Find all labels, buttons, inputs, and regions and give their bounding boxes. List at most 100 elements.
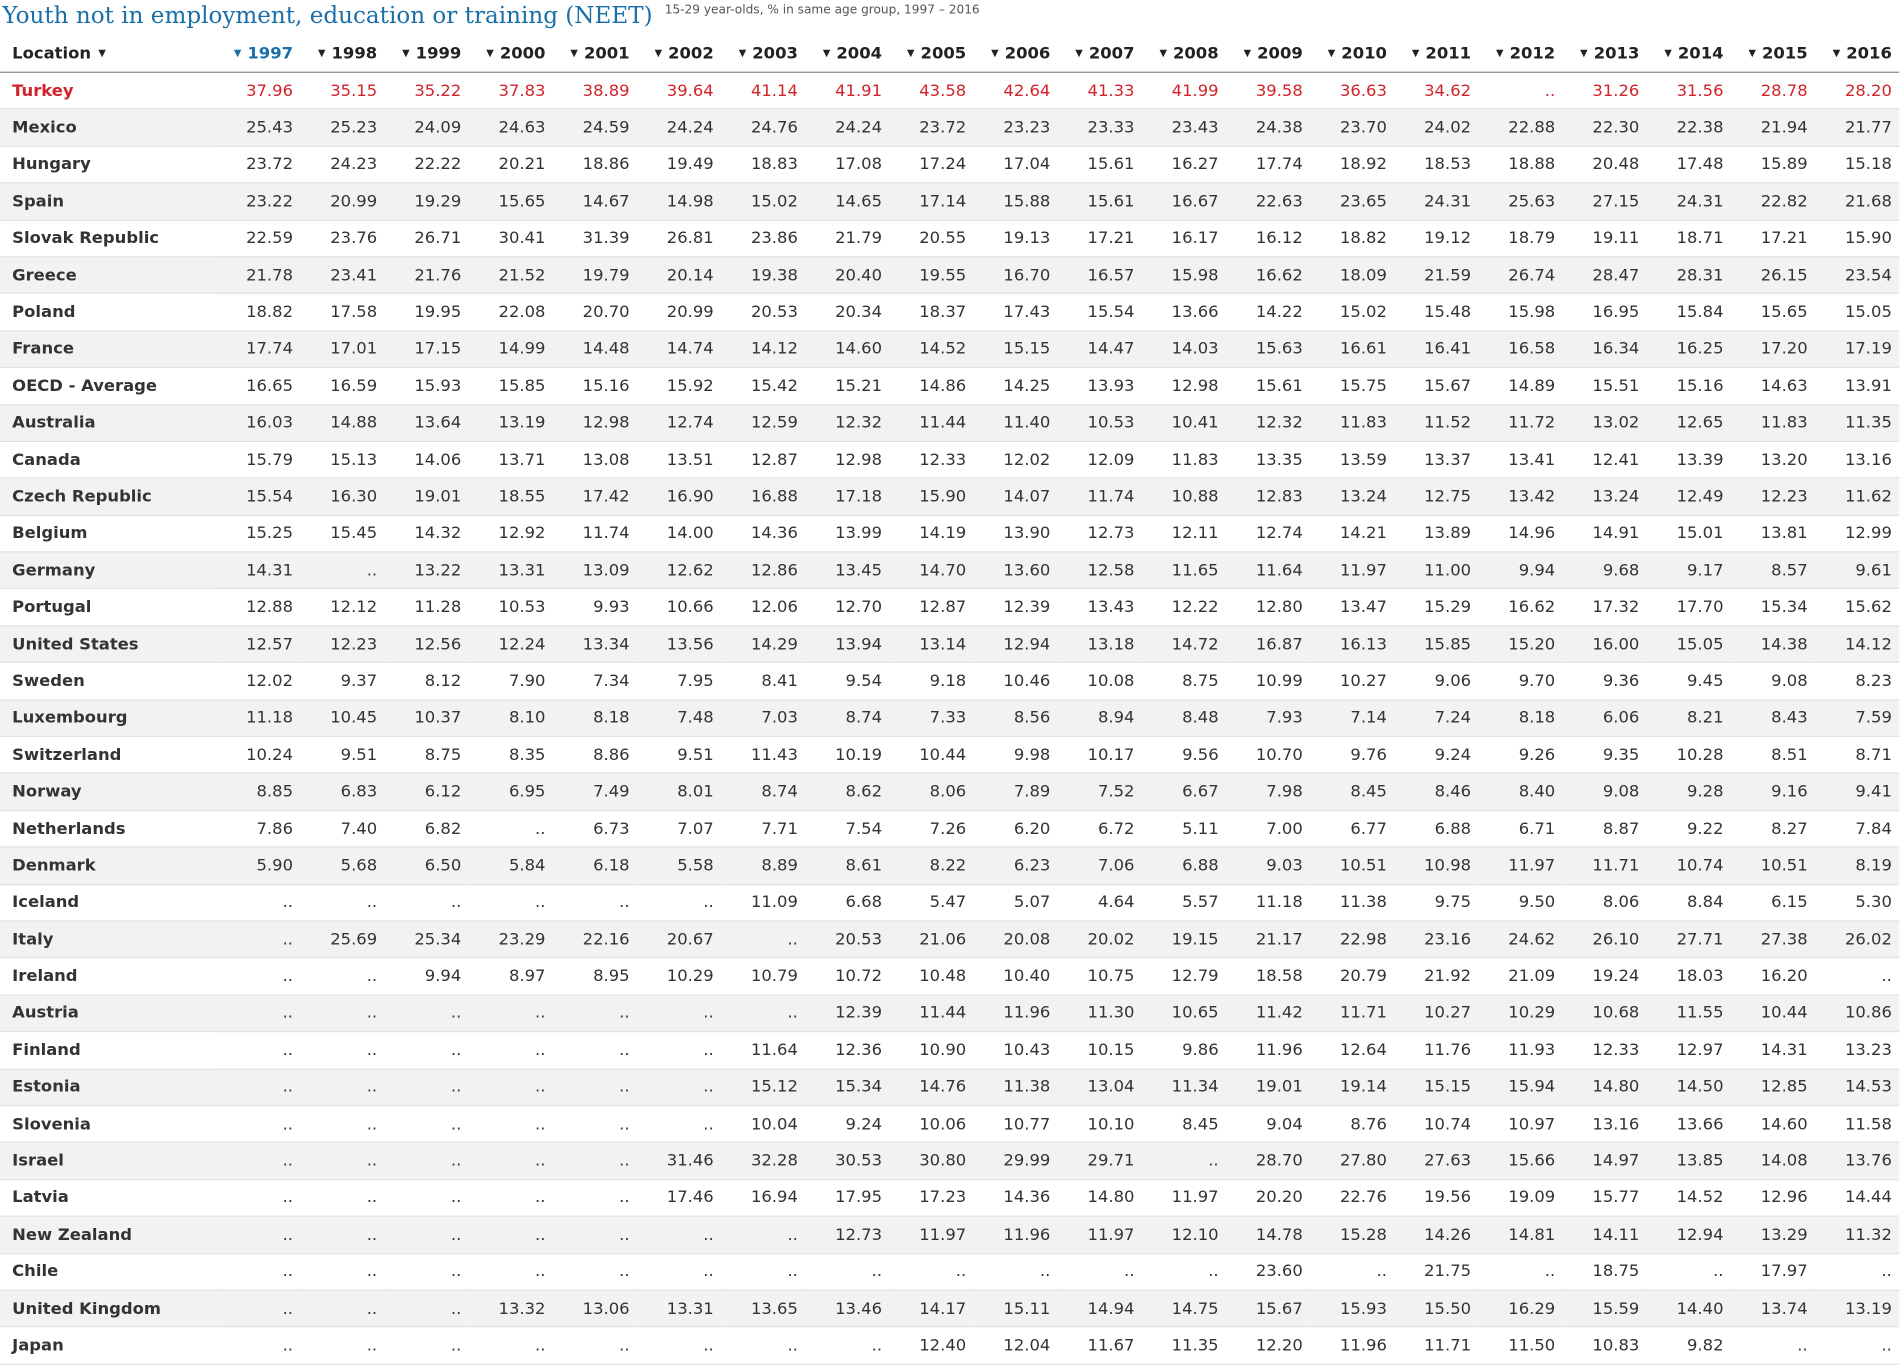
column-header-location[interactable]: Location ▼ — [0, 35, 217, 73]
row-location[interactable]: OECD - Average — [0, 367, 217, 405]
row-location[interactable]: Latvia — [0, 1179, 217, 1217]
table-cell: 7.90 — [468, 662, 553, 701]
column-header-2012[interactable]: ▼ 2012 — [1478, 35, 1563, 73]
table-cell: 11.97 — [1310, 551, 1395, 590]
table-row: United States 12.57 12.23 12.56 12.24 13.34 13… — [0, 625, 1900, 664]
table-cell: 8.18 — [552, 699, 637, 738]
column-header-2006[interactable]: ▼ 2006 — [973, 35, 1058, 73]
column-header-2013[interactable]: ▼ 2013 — [1562, 35, 1647, 73]
column-header-2001[interactable]: ▼ 2001 — [552, 35, 637, 73]
column-header-1998[interactable]: ▼ 1998 — [300, 35, 385, 73]
row-location[interactable]: France — [0, 330, 217, 369]
row-location[interactable]: Denmark — [0, 847, 217, 885]
row-location[interactable]: Finland — [0, 1031, 217, 1070]
table-cell: 20.55 — [889, 219, 974, 258]
row-location[interactable]: Spain — [0, 182, 217, 221]
row-location[interactable]: Netherlands — [0, 810, 217, 848]
row-location[interactable]: Norway — [0, 773, 217, 811]
column-header-2003[interactable]: ▼ 2003 — [721, 35, 806, 73]
row-location[interactable]: United Kingdom — [0, 1290, 217, 1328]
row-location[interactable]: United States — [0, 625, 217, 664]
table-cell: 14.98 — [636, 182, 722, 221]
table-row: Austria.............. 12.39 11.44 11.96 11.3… — [0, 994, 1900, 1033]
row-location[interactable]: Japan — [0, 1326, 217, 1365]
column-header-2005[interactable]: ▼ 2005 — [889, 35, 974, 73]
column-header-2011[interactable]: ▼ 2011 — [1394, 35, 1479, 73]
row-location[interactable]: Portugal — [0, 588, 217, 627]
table-cell: 12.73 — [1057, 515, 1142, 553]
table-cell: 13.47 — [1310, 588, 1395, 627]
column-header-2007[interactable]: ▼ 2007 — [1057, 35, 1142, 73]
row-location[interactable]: Belgium — [0, 515, 217, 553]
table-cell: 10.90 — [889, 1031, 974, 1070]
column-header-2014[interactable]: ▼ 2014 — [1646, 35, 1731, 73]
column-header-1997[interactable]: ▼ 1997 — [216, 35, 301, 73]
table-cell: 14.88 — [300, 404, 385, 442]
row-location[interactable]: Mexico — [0, 109, 217, 147]
row-location[interactable]: Slovenia — [0, 1105, 217, 1144]
column-header-2009[interactable]: ▼ 2009 — [1225, 35, 1311, 73]
column-header-2008[interactable]: ▼ 2008 — [1141, 35, 1226, 73]
row-location[interactable]: Czech Republic — [0, 478, 217, 516]
row-location[interactable]: Turkey — [0, 72, 217, 110]
table-cell: 14.50 — [1646, 1068, 1731, 1107]
table-cell: 10.51 — [1730, 847, 1815, 885]
row-location[interactable]: Slovak Republic — [0, 219, 217, 258]
column-header-2004[interactable]: ▼ 2004 — [805, 35, 890, 73]
table-cell: 14.67 — [552, 182, 637, 221]
row-location[interactable]: Hungary — [0, 146, 217, 184]
table-cell: 8.75 — [1141, 662, 1226, 701]
table-cell: 22.98 — [1310, 921, 1395, 959]
table-row: Portugal 12.88 12.12 11.28 10.53 9.93 10.66 12.… — [0, 588, 1900, 627]
row-location[interactable]: Chile — [0, 1253, 217, 1291]
row-location[interactable]: Sweden — [0, 662, 217, 701]
table-cell: 8.84 — [1646, 884, 1731, 922]
table-cell: 18.53 — [1394, 146, 1479, 184]
row-location[interactable]: Poland — [0, 293, 217, 332]
table-cell: 7.26 — [889, 810, 974, 848]
column-header-2015[interactable]: ▼ 2015 — [1730, 35, 1815, 73]
row-location[interactable]: Estonia — [0, 1068, 217, 1107]
data-table: Location ▼ ▼ 1997 ▼ 1998 ▼ 1999 ▼ 2000 ▼ 2001 ▼ 2002 ▼… — [0, 35, 1900, 1365]
row-location[interactable]: Germany — [0, 551, 217, 590]
row-location[interactable]: Italy — [0, 921, 217, 959]
table-cell: 11.42 — [1225, 994, 1311, 1033]
table-cell: 12.98 — [1141, 367, 1226, 405]
table-cell: 14.06 — [384, 441, 469, 479]
table-row: Netherlands 7.86 7.40 6.82.. 6.73 7.07 7.71 7.5… — [0, 810, 1900, 848]
row-location[interactable]: Israel — [0, 1142, 217, 1180]
table-cell: 19.49 — [636, 146, 722, 184]
table-cell: .. — [468, 1253, 553, 1291]
table-cell: 15.29 — [1394, 588, 1479, 627]
column-header-2016[interactable]: ▼ 2016 — [1814, 35, 1900, 73]
column-header-2010[interactable]: ▼ 2010 — [1310, 35, 1395, 73]
table-cell: 18.09 — [1310, 256, 1395, 295]
table-cell: 19.79 — [552, 256, 637, 295]
table-cell: 14.29 — [721, 625, 806, 664]
row-location[interactable]: Luxembourg — [0, 699, 217, 738]
table-cell: 7.89 — [973, 773, 1058, 811]
row-location[interactable]: Greece — [0, 256, 217, 295]
row-location[interactable]: Iceland — [0, 884, 217, 922]
row-location[interactable]: New Zealand — [0, 1216, 217, 1254]
table-cell: 8.86 — [552, 736, 637, 775]
row-location[interactable]: Ireland — [0, 957, 217, 996]
table-cell: 19.09 — [1478, 1179, 1563, 1217]
table-cell: 14.96 — [1478, 515, 1563, 553]
row-location[interactable]: Switzerland — [0, 736, 217, 775]
table-cell: 14.91 — [1562, 515, 1647, 553]
table-row: Israel.......... 31.46 32.28 30.53 30.80 29.9… — [0, 1142, 1900, 1180]
column-header-label: 2005 — [920, 43, 967, 64]
row-location[interactable]: Austria — [0, 994, 217, 1033]
table-cell: 7.34 — [552, 662, 637, 701]
table-cell: 14.08 — [1730, 1142, 1815, 1180]
column-header-2000[interactable]: ▼ 2000 — [468, 35, 553, 73]
column-header-1999[interactable]: ▼ 1999 — [384, 35, 469, 73]
column-header-2002[interactable]: ▼ 2002 — [636, 35, 722, 73]
table-cell: 15.98 — [1141, 256, 1226, 295]
table-cell: .. — [721, 994, 806, 1033]
table-cell: 9.94 — [1478, 551, 1563, 590]
row-location[interactable]: Canada — [0, 441, 217, 479]
table-cell: 12.33 — [889, 441, 974, 479]
row-location[interactable]: Australia — [0, 404, 217, 442]
